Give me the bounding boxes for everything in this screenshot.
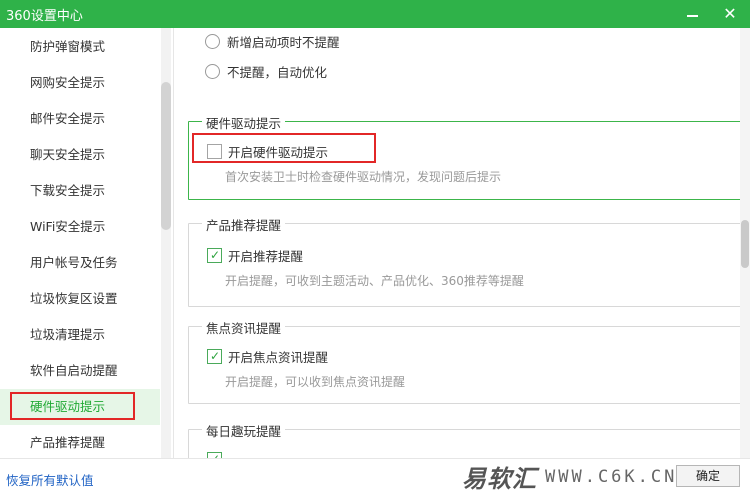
watermark-text-en: WWW.C6K.CN: [545, 466, 678, 487]
checkbox-label: 开启焦点资讯提醒: [228, 350, 329, 365]
settings-content: 新增启动项时不提醒 不提醒，自动优化 硬件驱动提示 开启硬件驱动提示 首次安装卫…: [175, 28, 750, 458]
sidebar-item-popup-mode[interactable]: 防护弹窗模式: [0, 29, 160, 65]
group-focus-news: 焦点资讯提醒 ✓ 开启焦点资讯提醒 开启提醒，可以收到焦点资讯提醒: [188, 318, 744, 404]
checkmark-icon: ✓: [210, 349, 221, 363]
radio-option-no-remind-new-startup[interactable]: 新增启动项时不提醒: [205, 31, 340, 51]
sidebar-item-chat-security[interactable]: 聊天安全提示: [0, 137, 160, 173]
close-button[interactable]: ✕: [714, 0, 746, 28]
watermark-text-cn: 易软汇: [462, 465, 537, 493]
group-description: 开启提醒，可以收到焦点资讯提醒: [225, 375, 406, 389]
group-title: 焦点资讯提醒: [202, 318, 286, 337]
sidebar-item-mail-security[interactable]: 邮件安全提示: [0, 101, 160, 137]
group-title: 产品推荐提醒: [202, 215, 286, 234]
checkmark-icon: ✓: [210, 451, 220, 458]
radio-option-auto-optimize[interactable]: 不提醒，自动优化: [205, 61, 327, 81]
sidebar-item-recycle-settings[interactable]: 垃圾恢复区设置: [0, 281, 160, 317]
checkbox[interactable]: ✓: [207, 248, 222, 263]
restore-defaults-link[interactable]: 恢复所有默认值: [6, 470, 94, 489]
group-product-recommend: 产品推荐提醒 ✓ 开启推荐提醒 开启提醒，可收到主题活动、产品优化、360推荐等…: [188, 215, 744, 307]
annotation-highlight-checkbox: [192, 133, 376, 163]
radio-button[interactable]: [205, 63, 220, 79]
radio-label: 不提醒，自动优化: [227, 64, 328, 80]
title-bar: 360设置中心 ✕: [0, 0, 750, 28]
sidebar-scrollbar-thumb[interactable]: [161, 82, 171, 230]
minimize-button[interactable]: [676, 0, 708, 28]
minimize-icon: [686, 15, 698, 17]
checkbox-focus-news[interactable]: ✓ 开启焦点资讯提醒: [207, 347, 328, 366]
checkbox-label: 开启推荐提醒: [228, 249, 304, 264]
footer-bar: 恢复所有默认值 易软汇 WWW.C6K.CN 确定: [0, 458, 750, 493]
sidebar-item-account-tasks[interactable]: 用户帐号及任务: [0, 245, 160, 281]
group-title: 每日趣玩提醒: [202, 421, 286, 440]
sidebar-item-product-recommend[interactable]: 产品推荐提醒: [0, 425, 160, 458]
content-scrollbar-thumb[interactable]: [741, 220, 749, 268]
window-title: 360设置中心: [6, 9, 83, 24]
annotation-highlight-sidebar: [10, 392, 135, 420]
radio-label: 新增启动项时不提醒: [227, 34, 340, 50]
sidebar-item-download-security[interactable]: 下载安全提示: [0, 173, 160, 209]
checkbox-product-recommend[interactable]: ✓ 开启推荐提醒: [207, 246, 303, 265]
sidebar-item-cleanup-tips[interactable]: 垃圾清理提示: [0, 317, 160, 353]
ok-button[interactable]: 确定: [676, 465, 740, 487]
group-daily-fun: 每日趣玩提醒 ✓: [188, 421, 744, 458]
watermark-logo: 易软汇 WWW.C6K.CN: [462, 459, 677, 493]
close-icon: ✕: [723, 4, 737, 23]
sidebar-item-autostart-reminder[interactable]: 软件自启动提醒: [0, 353, 160, 389]
group-title: 硬件驱动提示: [202, 113, 286, 132]
checkbox[interactable]: ✓: [207, 349, 222, 364]
sidebar-item-shopping-security[interactable]: 网购安全提示: [0, 65, 160, 101]
group-description: 首次安装卫士时检查硬件驱动情况，发现问题后提示: [225, 170, 502, 184]
sidebar-item-wifi-security[interactable]: WiFi安全提示: [0, 209, 160, 245]
checkmark-icon: ✓: [210, 248, 221, 262]
radio-button[interactable]: [205, 33, 220, 49]
group-description: 开启提醒，可收到主题活动、产品优化、360推荐等提醒: [225, 274, 524, 288]
